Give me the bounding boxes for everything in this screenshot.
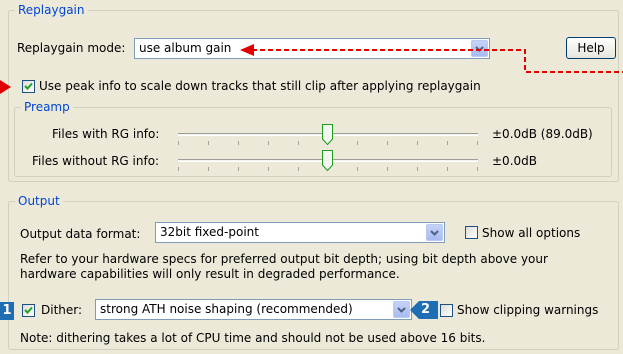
peak-info-label: Use peak info to scale down tracks that … — [39, 79, 481, 93]
annotation-badge-2: 2 — [421, 302, 431, 317]
show-all-options-checkbox[interactable] — [465, 226, 478, 239]
preamp-legend: Preamp — [21, 100, 73, 115]
preamp-with-value: ±0.0dB (89.0dB) — [492, 127, 593, 141]
chevron-down-icon[interactable] — [426, 224, 443, 241]
preamp-with-slider[interactable] — [322, 124, 333, 145]
show-all-options-label: Show all options — [482, 226, 581, 240]
help-button[interactable]: Help — [566, 37, 616, 59]
output-info-text: Refer to your hardware specs for preferr… — [20, 252, 548, 281]
output-legend: Output — [15, 194, 63, 209]
output-format-value: 32bit fixed-point — [160, 225, 259, 239]
peak-info-checkbox[interactable] — [22, 80, 35, 93]
checkmark-icon — [24, 82, 33, 90]
preamp-without-value: ±0.0dB — [492, 154, 537, 168]
replaygain-mode-select[interactable]: use album gain — [134, 38, 490, 59]
preamp-without-label: Files without RG info: — [32, 154, 160, 168]
clipping-warnings-label: Show clipping warnings — [457, 303, 599, 317]
output-format-label: Output data format: — [20, 227, 141, 241]
output-format-select[interactable]: 32bit fixed-point — [155, 222, 445, 243]
annotation-badge-1: 1 — [0, 302, 14, 320]
replaygain-legend: Replaygain — [15, 3, 88, 18]
chevron-down-icon[interactable] — [471, 40, 488, 57]
dither-note-text: Note: dithering takes a lot of CPU time … — [20, 331, 486, 345]
dither-checkbox[interactable] — [22, 304, 35, 317]
checkmark-icon — [24, 306, 33, 314]
chevron-down-icon[interactable] — [393, 301, 410, 318]
replaygain-mode-label: Replaygain mode: — [17, 41, 126, 55]
dither-value: strong ATH noise shaping (recommended) — [100, 302, 353, 316]
replaygain-mode-value: use album gain — [139, 41, 232, 55]
preamp-without-slider[interactable] — [322, 150, 333, 171]
dither-select[interactable]: strong ATH noise shaping (recommended) — [95, 299, 412, 320]
dither-label: Dither: — [41, 303, 83, 317]
preamp-with-label: Files with RG info: — [52, 127, 160, 141]
clipping-warnings-checkbox[interactable] — [440, 304, 453, 317]
